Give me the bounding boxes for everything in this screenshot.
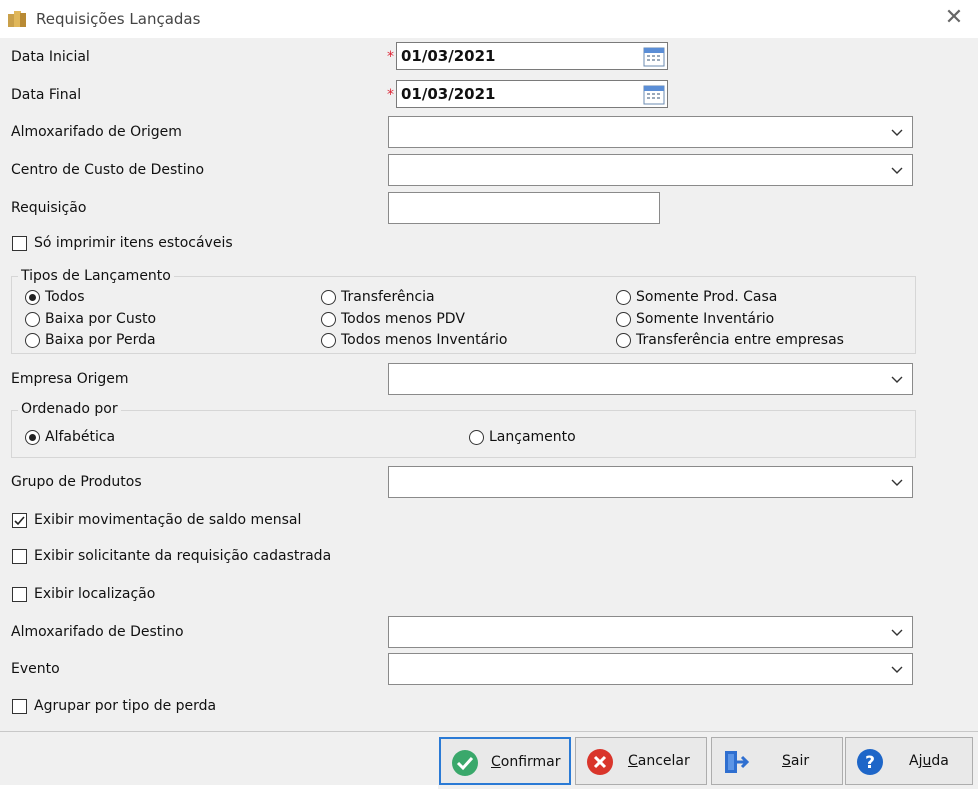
exibir-localizacao-label: Exibir localização <box>34 586 156 602</box>
centro-custo-destino-label: Centro de Custo de Destino <box>11 162 205 178</box>
data-inicial-label: Data Inicial <box>11 49 90 65</box>
chevron-down-icon <box>891 666 903 673</box>
grupo-produtos-select[interactable] <box>388 466 913 498</box>
centro-custo-destino-select[interactable] <box>388 154 913 186</box>
requisicao-label: Requisição <box>11 200 87 216</box>
chevron-down-icon <box>891 129 903 136</box>
sair-mnemonic: S <box>782 753 791 769</box>
agrupar-perda-label: Agrupar por tipo de perda <box>34 698 217 714</box>
app-logo-icon <box>8 11 26 27</box>
radio-lancamento[interactable] <box>469 430 484 445</box>
radio-somente-inventario[interactable] <box>616 312 631 327</box>
close-icon[interactable]: ✕ <box>942 6 966 30</box>
data-final-field[interactable]: 01/03/2021 <box>396 80 668 108</box>
data-inicial-field[interactable]: 01/03/2021 <box>396 42 668 70</box>
radio-transferencia-empresas[interactable] <box>616 333 631 348</box>
radio-todos-label: Todos <box>45 289 85 305</box>
evento-select[interactable] <box>388 653 913 685</box>
ordenado-por-group <box>11 410 916 458</box>
so-imprimir-checkbox[interactable] <box>12 236 27 251</box>
cancelar-label: ancelar <box>637 753 690 769</box>
radio-transferencia[interactable] <box>321 290 336 305</box>
radio-baixa-perda-label: Baixa por Perda <box>45 332 156 348</box>
radio-baixa-perda[interactable] <box>25 333 40 348</box>
chevron-down-icon <box>891 629 903 636</box>
radio-transferencia-empresas-label: Transferência entre empresas <box>636 332 844 348</box>
calendar-icon[interactable] <box>643 45 665 67</box>
radio-baixa-custo[interactable] <box>25 312 40 327</box>
evento-label: Evento <box>11 661 60 677</box>
chevron-down-icon <box>891 167 903 174</box>
tipos-lancamento-title: Tipos de Lançamento <box>18 268 174 284</box>
window-title: Requisições Lançadas <box>36 10 201 28</box>
cancelar-mnemonic: C <box>628 753 638 769</box>
title-bar: Requisições Lançadas ✕ <box>0 0 978 38</box>
radio-transferencia-label: Transferência <box>341 289 435 305</box>
footer-divider <box>0 731 978 732</box>
empresa-origem-label: Empresa Origem <box>11 371 129 387</box>
data-final-label: Data Final <box>11 87 82 103</box>
ordenado-por-title: Ordenado por <box>18 401 121 417</box>
ajuda-prefix: Aj <box>909 753 923 769</box>
ajuda-button[interactable]: ? Ajuda <box>845 737 973 785</box>
ajuda-mnemonic: u <box>922 753 932 769</box>
requisicao-input[interactable] <box>388 192 660 224</box>
sair-button[interactable]: Sair <box>711 737 843 785</box>
almoxarifado-origem-select[interactable] <box>388 116 913 148</box>
ajuda-label: da <box>931 753 949 769</box>
exibir-localizacao-checkbox[interactable] <box>12 587 27 602</box>
exibir-solicitante-label: Exibir solicitante da requisição cadastr… <box>34 548 332 564</box>
radio-baixa-custo-label: Baixa por Custo <box>45 311 157 327</box>
confirmar-button[interactable]: Confirmar <box>439 737 571 785</box>
radio-todos-menos-pdv[interactable] <box>321 312 336 327</box>
exibir-mov-saldo-checkbox[interactable] <box>12 513 27 528</box>
required-marker: * <box>387 87 394 103</box>
sair-label: air <box>790 753 810 769</box>
checkmark-icon <box>14 516 25 526</box>
exibir-solicitante-checkbox[interactable] <box>12 549 27 564</box>
grupo-produtos-label: Grupo de Produtos <box>11 474 142 490</box>
cancel-circle-icon <box>587 749 613 775</box>
radio-alfabetica[interactable] <box>25 430 40 445</box>
agrupar-perda-checkbox[interactable] <box>12 699 27 714</box>
required-marker: * <box>387 49 394 65</box>
data-inicial-value: 01/03/2021 <box>401 47 496 65</box>
radio-somente-inventario-label: Somente Inventário <box>636 311 775 327</box>
check-circle-icon <box>452 750 478 776</box>
almoxarifado-destino-label: Almoxarifado de Destino <box>11 624 184 640</box>
svg-text:?: ? <box>865 753 875 773</box>
radio-somente-prod-casa-label: Somente Prod. Casa <box>636 289 778 305</box>
footer-edge <box>0 785 438 789</box>
exit-door-icon <box>725 751 750 773</box>
confirmar-label: onfirmar <box>500 754 561 770</box>
chevron-down-icon <box>891 376 903 383</box>
radio-todos-menos-inventario-label: Todos menos Inventário <box>341 332 508 348</box>
cancelar-button[interactable]: Cancelar <box>575 737 707 785</box>
data-final-value: 01/03/2021 <box>401 85 496 103</box>
calendar-icon[interactable] <box>643 83 665 105</box>
help-icon: ? <box>857 749 883 775</box>
so-imprimir-label: Só imprimir itens estocáveis <box>34 235 233 251</box>
radio-lancamento-label: Lançamento <box>489 429 576 445</box>
empresa-origem-select[interactable] <box>388 363 913 395</box>
radio-todos[interactable] <box>25 290 40 305</box>
chevron-down-icon <box>891 479 903 486</box>
almoxarifado-origem-label: Almoxarifado de Origem <box>11 124 182 140</box>
radio-alfabetica-label: Alfabética <box>45 429 116 445</box>
radio-todos-menos-pdv-label: Todos menos PDV <box>341 311 465 327</box>
radio-todos-menos-inventario[interactable] <box>321 333 336 348</box>
exibir-mov-saldo-label: Exibir movimentação de saldo mensal <box>34 512 302 528</box>
radio-somente-prod-casa[interactable] <box>616 290 631 305</box>
confirmar-mnemonic: C <box>491 754 501 770</box>
almoxarifado-destino-select[interactable] <box>388 616 913 648</box>
